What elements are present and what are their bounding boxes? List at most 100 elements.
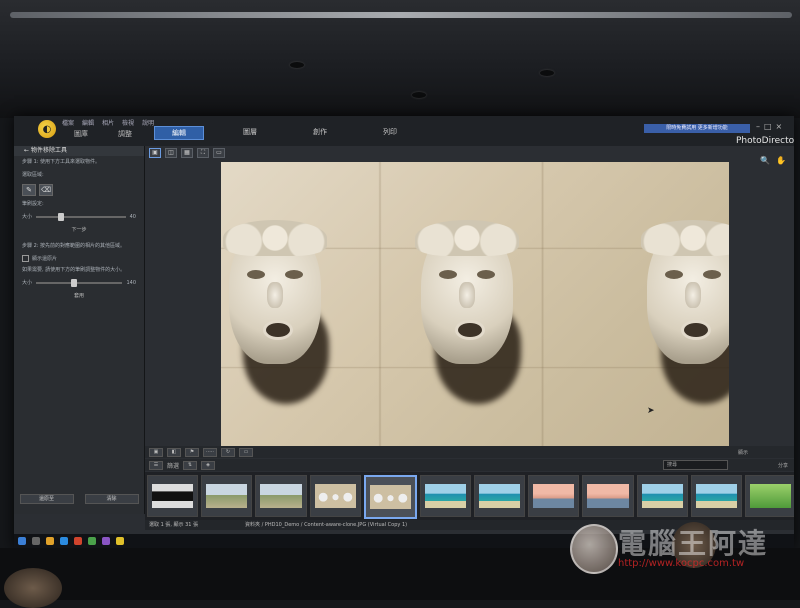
clear-button[interactable]: 清除: [84, 494, 139, 504]
panel-bottom-buttons: 還原至 清除: [14, 494, 144, 504]
share-label[interactable]: 分享: [778, 462, 788, 469]
main-photo[interactable]: ➤: [221, 162, 729, 446]
tag-icon[interactable]: ◈: [201, 460, 216, 470]
apply-button[interactable]: 套用: [49, 292, 109, 300]
zoom-icon[interactable]: 🔍: [760, 156, 770, 165]
back-arrow-icon[interactable]: ←: [24, 147, 29, 154]
menu-file[interactable]: 檔案: [62, 118, 74, 127]
thumb-image: [749, 484, 792, 508]
photo-viewer: ▣ ◫ ▦ ⛶ ▭ 🔍 ✋ ➤: [145, 146, 794, 446]
eraser-select-icon[interactable]: ⌫: [39, 184, 53, 196]
face-nose: [459, 282, 475, 308]
tab-library[interactable]: 圖庫: [74, 129, 88, 139]
thumb-image: [369, 485, 411, 509]
filter-toolbar: ☰ 篩選 ⇅ ◈ 搜尋 分享: [145, 459, 794, 471]
filmstrip-thumb[interactable]: [744, 475, 794, 517]
menu-bar: 檔案 編輯 相片 檢視 說明: [62, 118, 154, 127]
app-icon[interactable]: [88, 537, 96, 545]
app-topbar: ◐ 檔案 編輯 相片 檢視 說明 圖庫 調整 編輯 圖層 創作 列印 限時免費試…: [14, 116, 794, 147]
slider-knob[interactable]: [70, 278, 77, 287]
stone-face-right: [641, 220, 729, 404]
start-icon[interactable]: [18, 537, 26, 545]
filmstrip-thumb[interactable]: [528, 475, 580, 517]
next-button[interactable]: 下一步: [49, 226, 109, 234]
hand-icon[interactable]: ✋: [776, 156, 786, 165]
tab-print[interactable]: 列印: [366, 126, 414, 138]
filmstrip-thumb[interactable]: [474, 475, 526, 517]
promo-notice[interactable]: 限時免費試用 更多新增功能: [644, 124, 750, 133]
app-icon[interactable]: [74, 537, 82, 545]
face-nose: [685, 282, 701, 308]
single-view-icon[interactable]: ▣: [149, 148, 161, 158]
filmstrip-thumb[interactable]: [201, 475, 253, 517]
menu-photo[interactable]: 相片: [102, 118, 114, 127]
step2-text: 步驟 2: 按先前的對應範圍的相片的其他區域。: [22, 243, 126, 249]
show-source-row[interactable]: 顯示還原片: [14, 253, 144, 264]
filmstrip-thumb[interactable]: [419, 475, 472, 517]
brush-size-slider[interactable]: [36, 212, 126, 221]
grid-view-icon[interactable]: ▦: [181, 148, 193, 158]
thumb-image: [587, 484, 629, 508]
mouse-cursor-icon: ➤: [647, 406, 655, 416]
photodirector-taskbar-icon[interactable]: [116, 537, 124, 545]
single-photo-icon[interactable]: ▣: [149, 447, 163, 457]
flag-icon[interactable]: ⚑: [185, 447, 199, 457]
face-eye: [439, 270, 457, 279]
tab-create[interactable]: 創作: [296, 126, 344, 138]
menu-edit[interactable]: 編輯: [82, 118, 94, 127]
watermark: 電腦王阿達 http://www.kocpc.com.tw: [570, 520, 790, 580]
face-eye: [285, 270, 303, 279]
browser-icon[interactable]: [60, 537, 68, 545]
thumb-image: [479, 484, 521, 508]
projected-screen: ◐ 檔案 編輯 相片 檢視 說明 圖庫 調整 編輯 圖層 創作 列印 限時免費試…: [14, 116, 794, 548]
filmstrip-thumb[interactable]: [255, 475, 307, 517]
screen-icon[interactable]: ▭: [239, 447, 253, 457]
app-brand: PhotoDirector: [736, 136, 794, 146]
search-icon[interactable]: [32, 537, 40, 545]
menu-view[interactable]: 檢視: [122, 118, 134, 127]
app-icon[interactable]: [102, 537, 110, 545]
list-view-icon[interactable]: ☰: [149, 460, 163, 470]
rating-stars[interactable]: ·····: [203, 447, 217, 457]
tab-layers[interactable]: 圖層: [226, 126, 274, 138]
filmstrip-thumb[interactable]: [309, 475, 361, 517]
brush-select-icon[interactable]: ✎: [22, 184, 36, 196]
thumb-image: [314, 484, 356, 508]
object-removal-panel: ← 物件移除工具 步驟 1: 使用下方工具來選取物件。 選取區域: ✎ ⌫ 筆刷…: [14, 146, 145, 514]
rotate-icon[interactable]: ↻: [221, 447, 235, 457]
restore-button[interactable]: 還原至: [19, 494, 74, 504]
thumb-image: [206, 484, 248, 508]
fullscreen-icon[interactable]: ⛶: [197, 148, 209, 158]
audience-head: [4, 568, 62, 608]
view-mode-tools: ▣ ◫ ▦ ⛶ ▭: [149, 148, 225, 158]
tab-adjust[interactable]: 調整: [118, 129, 132, 139]
ceiling-light: [10, 12, 792, 18]
window-controls[interactable]: –□×: [756, 122, 786, 131]
select-tools: ✎ ⌫: [14, 182, 144, 198]
sort-icon[interactable]: ⇅: [183, 460, 198, 470]
face-mouth: [681, 320, 711, 340]
thumb-image: [260, 484, 302, 508]
size2-slider[interactable]: [36, 278, 123, 287]
compare-view-icon[interactable]: ◫: [165, 148, 177, 158]
folder-icon[interactable]: [46, 537, 54, 545]
before-after-icon[interactable]: ◧: [167, 447, 181, 457]
size2-label: 大小: [22, 280, 33, 286]
slider-knob[interactable]: [58, 212, 65, 221]
face-leaves: [223, 220, 327, 256]
filmstrip-thumb[interactable]: [582, 475, 634, 517]
menu-help[interactable]: 說明: [142, 118, 154, 127]
display-icon[interactable]: ▭: [213, 148, 225, 158]
face-eye: [665, 270, 683, 279]
tab-edit[interactable]: 編輯: [154, 126, 204, 140]
search-input[interactable]: 搜尋: [663, 460, 728, 470]
filmstrip-thumb[interactable]: [363, 475, 417, 519]
filmstrip-thumb[interactable]: [636, 475, 688, 517]
show-source-checkbox[interactable]: [22, 255, 29, 262]
face-eye: [247, 270, 265, 279]
watermark-title: 電腦王阿達: [618, 527, 769, 560]
ceiling-spotlight: [290, 62, 304, 68]
display-label[interactable]: 顯示: [738, 449, 748, 456]
filmstrip-thumb[interactable]: [147, 475, 199, 517]
filmstrip-thumb[interactable]: [690, 475, 742, 517]
